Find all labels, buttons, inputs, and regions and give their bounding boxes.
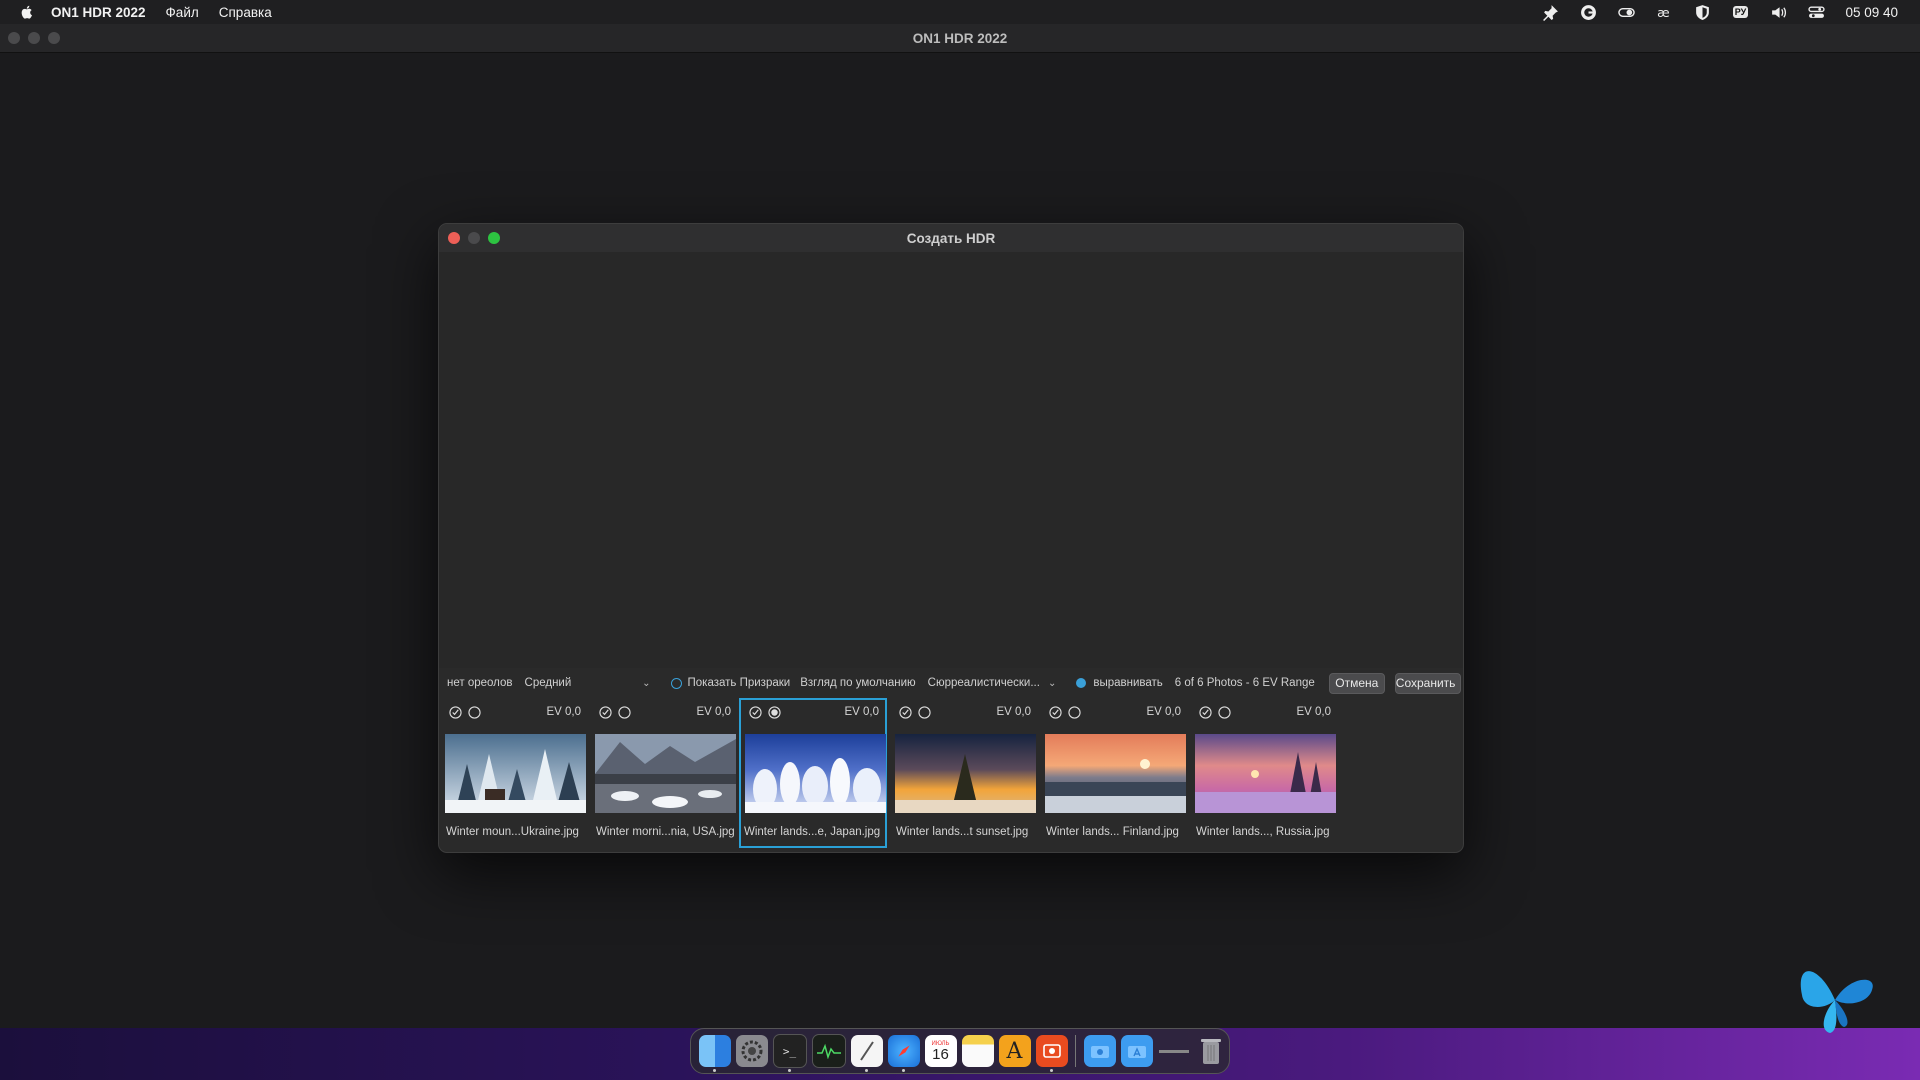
close-button[interactable] bbox=[8, 32, 20, 44]
main-window: ON1 HDR 2022 Создать HDR нет ореолов Сре… bbox=[0, 24, 1920, 1028]
minimize-button[interactable] bbox=[28, 32, 40, 44]
check-circle-icon[interactable] bbox=[449, 705, 462, 719]
preset-dropdown-value: Сюрреалистически... bbox=[927, 677, 1040, 689]
thumbnail-item[interactable]: EV 0,0 Winter lands..., Russia.jpg bbox=[1189, 698, 1337, 848]
ev-value: EV 0,0 bbox=[1146, 706, 1181, 718]
default-view-button[interactable]: Взгляд по умолчанию bbox=[800, 677, 915, 689]
show-ghosts-radio[interactable] bbox=[670, 677, 682, 689]
thumbnail-item-selected[interactable]: EV 0,0 Winter lands...e, Japan.jpg bbox=[739, 698, 887, 848]
dialog-title: Создать HDR bbox=[906, 230, 996, 246]
check-circle-icon[interactable] bbox=[599, 705, 612, 719]
ev-value: EV 0,0 bbox=[546, 706, 581, 718]
preset-dropdown[interactable]: Сюрреалистически... ⌄ bbox=[928, 677, 1057, 689]
notes-icon[interactable] bbox=[961, 1035, 994, 1067]
pin-icon[interactable] bbox=[1531, 4, 1569, 21]
dock: >_ ИЮЛЬ 16 A bbox=[690, 1028, 1230, 1074]
control-center-icon[interactable] bbox=[1797, 4, 1835, 21]
chevron-down-icon: ⌄ bbox=[642, 677, 651, 689]
check-circle-icon[interactable] bbox=[1049, 705, 1062, 719]
safari-icon[interactable] bbox=[887, 1035, 920, 1072]
menu-help[interactable]: Справка bbox=[219, 5, 272, 20]
keyboard-layout-indicator[interactable]: РУ bbox=[1721, 6, 1759, 18]
main-titlebar: ON1 HDR 2022 bbox=[0, 24, 1920, 53]
circle-icon[interactable] bbox=[918, 705, 931, 719]
calendar-icon[interactable]: ИЮЛЬ 16 bbox=[924, 1035, 957, 1067]
circle-icon[interactable] bbox=[1218, 705, 1231, 719]
chevron-down-icon: ⌄ bbox=[1047, 677, 1057, 689]
activity-monitor-icon[interactable] bbox=[811, 1034, 846, 1068]
textedit-icon[interactable] bbox=[850, 1035, 883, 1072]
thumbnail-filename: Winter lands...e, Japan.jpg bbox=[744, 826, 881, 838]
ae-icon[interactable]: æ bbox=[1645, 4, 1683, 21]
thumbnail-image[interactable] bbox=[1045, 734, 1186, 813]
save-button[interactable]: Сохранить bbox=[1394, 672, 1461, 694]
dock-separator bbox=[1075, 1035, 1076, 1067]
system-preferences-icon[interactable] bbox=[735, 1035, 768, 1067]
align-toggle[interactable] bbox=[1076, 678, 1087, 688]
app-name-menu[interactable]: ON1 HDR 2022 bbox=[51, 5, 146, 20]
thumbnail-filename: Winter lands... Finland.jpg bbox=[1046, 826, 1179, 838]
butterfly-icon bbox=[1800, 971, 1873, 1033]
apple-icon[interactable] bbox=[19, 4, 35, 20]
thumbnail-item[interactable]: EV 0,0 Winter lands... Finland.jpg bbox=[1039, 698, 1187, 848]
ev-value: EV 0,0 bbox=[844, 706, 879, 718]
circle-icon[interactable] bbox=[618, 705, 631, 719]
align-label[interactable]: выравнивать bbox=[1093, 677, 1162, 689]
thumbnail-strip: EV 0,0 Winter moun...Ukraine.jpg EV 0,0 … bbox=[439, 698, 1463, 852]
ev-value: EV 0,0 bbox=[1296, 706, 1331, 718]
reference-circle-icon[interactable] bbox=[768, 705, 781, 719]
svg-text:æ: æ bbox=[1657, 5, 1670, 20]
halo-dropdown[interactable]: Средний ⌄ bbox=[525, 677, 651, 689]
circle-icon[interactable] bbox=[468, 705, 481, 719]
circle-icon[interactable] bbox=[1068, 705, 1081, 719]
hdr-preview-area[interactable] bbox=[439, 252, 1463, 668]
thumbnail-filename: Winter morni...nia, USA.jpg bbox=[596, 826, 735, 838]
thumbnail-filename: Winter lands..., Russia.jpg bbox=[1196, 826, 1330, 838]
shield-icon[interactable] bbox=[1683, 4, 1721, 21]
dialog-zoom-button[interactable] bbox=[488, 232, 500, 244]
create-hdr-dialog: Создать HDR нет ореолов Средний ⌄ Показа… bbox=[438, 223, 1464, 853]
thumbnail-image[interactable] bbox=[595, 734, 736, 813]
thumbnail-image[interactable] bbox=[745, 734, 886, 813]
grammarly-icon[interactable] bbox=[1569, 4, 1607, 21]
thumbnail-image[interactable] bbox=[895, 734, 1036, 813]
menubar-clock[interactable]: 05 09 40 bbox=[1845, 5, 1898, 20]
cancel-button[interactable]: Отмена bbox=[1328, 672, 1385, 694]
thumbnail-item[interactable]: EV 0,0 Winter moun...Ukraine.jpg bbox=[439, 698, 587, 848]
main-window-title: ON1 HDR 2022 bbox=[912, 30, 1008, 46]
applications-folder-icon[interactable] bbox=[1120, 1035, 1153, 1067]
font-app-icon[interactable]: A bbox=[998, 1035, 1031, 1067]
toggle-icon[interactable] bbox=[1607, 4, 1645, 21]
dialog-titlebar: Создать HDR bbox=[439, 224, 1463, 252]
thumbnail-image[interactable] bbox=[445, 734, 586, 813]
volume-icon[interactable] bbox=[1759, 4, 1797, 21]
thumbnail-item[interactable]: EV 0,0 Winter lands...t sunset.jpg bbox=[889, 698, 1037, 848]
dialog-close-button[interactable] bbox=[448, 232, 460, 244]
calendar-day: 16 bbox=[932, 1045, 949, 1063]
check-circle-icon[interactable] bbox=[1199, 705, 1212, 719]
photo-count-label: 6 of 6 Photos - 6 EV Range bbox=[1174, 677, 1315, 689]
on1-hdr-icon[interactable] bbox=[1035, 1035, 1068, 1072]
downloads-folder-icon[interactable] bbox=[1083, 1035, 1116, 1067]
halo-dropdown-value: Средний bbox=[524, 677, 572, 689]
menu-bar: ON1 HDR 2022 Файл Справка æ РУ 05 09 40 bbox=[0, 0, 1920, 24]
zoom-button[interactable] bbox=[48, 32, 60, 44]
check-circle-icon[interactable] bbox=[749, 705, 762, 719]
hdr-controls-bar: нет ореолов Средний ⌄ Показать Призраки … bbox=[439, 668, 1463, 698]
ev-value: EV 0,0 bbox=[996, 706, 1031, 718]
thumbnail-filename: Winter lands...t sunset.jpg bbox=[896, 826, 1029, 838]
halo-label: нет ореолов bbox=[447, 677, 513, 689]
check-circle-icon[interactable] bbox=[899, 705, 912, 719]
show-ghosts-label[interactable]: Показать Призраки bbox=[688, 677, 791, 689]
minimized-window-icon[interactable] bbox=[1158, 1035, 1190, 1067]
dialog-minimize-button[interactable] bbox=[468, 232, 480, 244]
thumbnail-filename: Winter moun...Ukraine.jpg bbox=[446, 826, 579, 838]
thumbnail-item[interactable]: EV 0,0 Winter morni...nia, USA.jpg bbox=[589, 698, 737, 848]
trash-icon[interactable] bbox=[1195, 1035, 1227, 1067]
thumbnail-image[interactable] bbox=[1195, 734, 1336, 813]
terminal-icon[interactable]: >_ bbox=[772, 1034, 807, 1072]
finder-icon[interactable] bbox=[698, 1035, 731, 1072]
ev-value: EV 0,0 bbox=[696, 706, 731, 718]
menu-file[interactable]: Файл bbox=[166, 5, 199, 20]
